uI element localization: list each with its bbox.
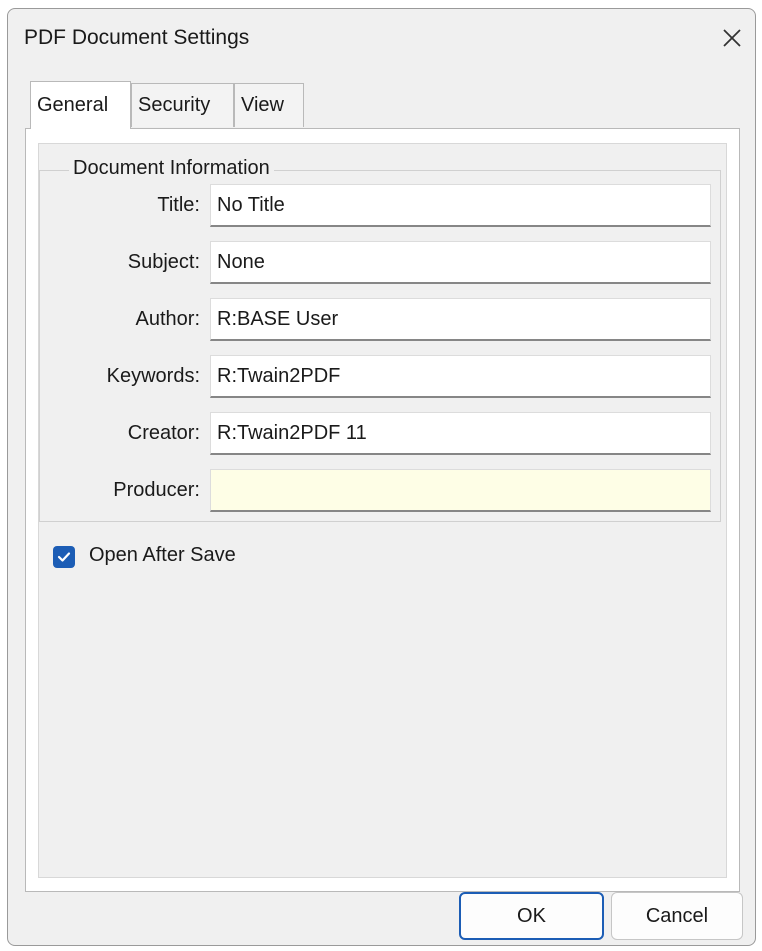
tab-general[interactable]: General bbox=[30, 81, 131, 129]
pdf-settings-dialog: PDF Document Settings General Security V… bbox=[7, 8, 756, 946]
tab-security[interactable]: Security bbox=[131, 83, 234, 127]
keywords-field[interactable]: R:Twain2PDF bbox=[210, 355, 711, 398]
author-label: Author: bbox=[135, 308, 200, 330]
producer-field[interactable] bbox=[210, 469, 711, 512]
close-icon bbox=[723, 29, 741, 47]
close-button[interactable] bbox=[715, 21, 749, 55]
subject-label: Subject: bbox=[127, 251, 200, 273]
checkmark-icon bbox=[57, 552, 71, 562]
keywords-label: Keywords: bbox=[106, 365, 200, 387]
group-legend: Document Information bbox=[69, 157, 274, 180]
author-field[interactable]: R:BASE User bbox=[210, 298, 711, 341]
cancel-button[interactable]: Cancel bbox=[611, 892, 743, 940]
dialog-title: PDF Document Settings bbox=[24, 26, 250, 49]
creator-field[interactable]: R:Twain2PDF 11 bbox=[210, 412, 711, 455]
tab-view[interactable]: View bbox=[234, 83, 304, 127]
open-after-save-checkbox[interactable] bbox=[53, 546, 75, 568]
open-after-save-label[interactable]: Open After Save bbox=[89, 544, 236, 567]
title-field[interactable]: No Title bbox=[210, 184, 711, 227]
creator-label: Creator: bbox=[127, 422, 200, 444]
producer-label: Producer: bbox=[113, 479, 200, 501]
title-label: Title: bbox=[157, 194, 200, 216]
subject-field[interactable]: None bbox=[210, 241, 711, 284]
ok-button[interactable]: OK bbox=[459, 892, 604, 940]
